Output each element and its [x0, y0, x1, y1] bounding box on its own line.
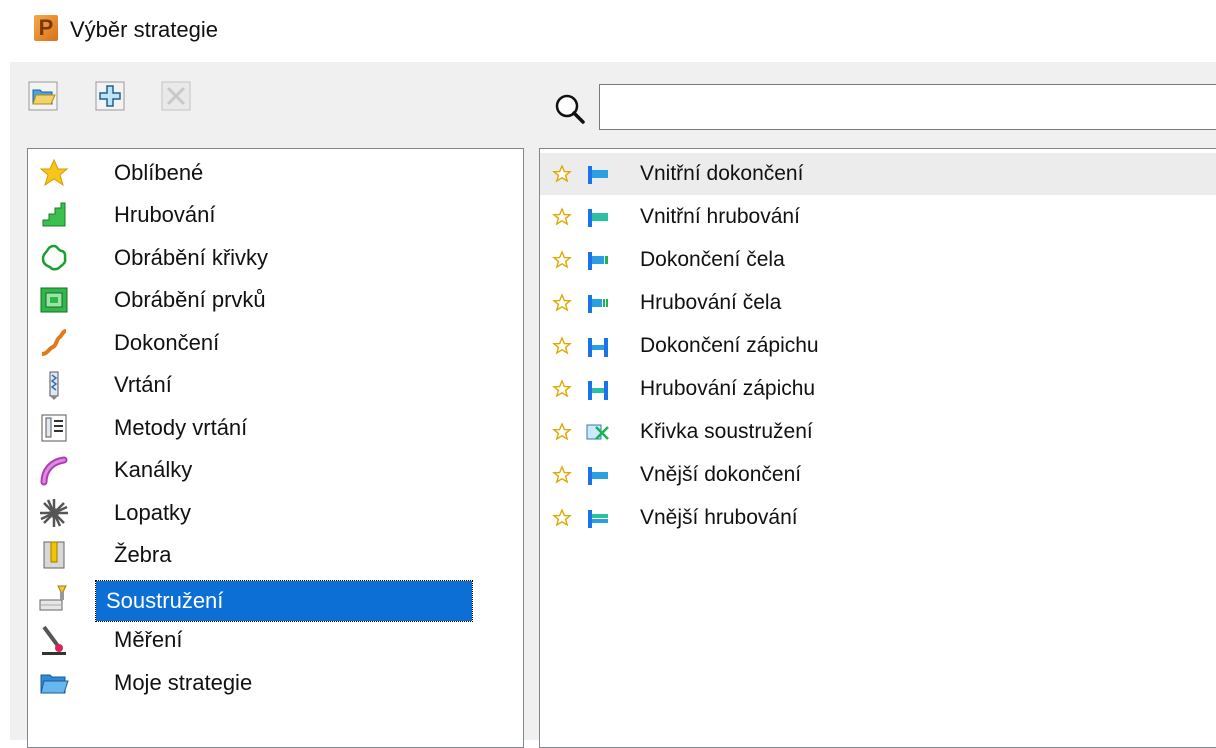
favorite-star-icon[interactable]: [552, 250, 572, 270]
strategy-item[interactable]: Dokončení čela: [540, 239, 1216, 281]
strategy-label: Hrubování zápichu: [640, 377, 816, 400]
drilling-icon: [38, 369, 70, 401]
category-item[interactable]: Soustružení: [28, 578, 523, 622]
probing-icon: [38, 624, 70, 656]
finishing-icon: [38, 327, 70, 359]
category-item[interactable]: Hrubování: [28, 195, 523, 235]
category-item[interactable]: Měření: [28, 620, 523, 660]
curve-machining-icon: [38, 242, 70, 274]
strategy-item[interactable]: Dokončení zápichu: [540, 325, 1216, 367]
favorite-star-icon[interactable]: [552, 422, 572, 442]
folder-open-icon: [28, 81, 58, 111]
feature-machining-icon: [38, 284, 70, 316]
star-icon: [38, 157, 70, 189]
face-finish-icon: [588, 252, 608, 270]
category-label: Oblíbené: [114, 160, 204, 185]
strategy-item[interactable]: Vnitřní hrubování: [540, 196, 1216, 238]
strategy-item[interactable]: Křivka soustružení: [540, 411, 1216, 453]
groove-rough-icon: [588, 381, 608, 400]
category-label: Lopatky: [114, 500, 192, 525]
category-item[interactable]: Žebra: [28, 535, 523, 575]
favorite-star-icon[interactable]: [552, 164, 572, 184]
strategy-item[interactable]: Hrubování zápichu: [540, 368, 1216, 410]
app-logo-icon: P: [34, 15, 58, 41]
strategy-label: Vnitřní hrubování: [640, 205, 800, 228]
category-label: Žebra: [114, 542, 172, 567]
category-label: Soustružení: [95, 580, 473, 622]
strategy-item[interactable]: Vnější hrubování: [540, 497, 1216, 539]
blade-icon: [38, 497, 70, 529]
bore-rough-icon: [588, 209, 608, 227]
category-label: Obrábění křivky: [114, 245, 269, 270]
category-label: Měření: [114, 627, 183, 652]
category-label: Metody vrtání: [114, 415, 248, 440]
strategy-label: Dokončení zápichu: [640, 334, 819, 357]
strategy-item[interactable]: Hrubování čela: [540, 282, 1216, 324]
delete-x-icon: [161, 81, 191, 111]
category-label: Moje strategie: [114, 670, 253, 695]
category-item[interactable]: Dokončení: [28, 323, 523, 363]
category-list[interactable]: Oblíbené Hrubování Obrábění křivky Obrábění…: [27, 148, 524, 748]
drilling-methods-icon: [38, 412, 70, 444]
search-icon: [555, 94, 585, 124]
folder-icon: [38, 667, 70, 699]
favorite-star-icon[interactable]: [552, 508, 572, 528]
category-item[interactable]: Kanálky: [28, 450, 523, 490]
category-item[interactable]: Oblíbené: [28, 153, 523, 193]
add-button[interactable]: [94, 80, 126, 112]
strategy-label: Křivka soustružení: [640, 420, 813, 443]
strategy-label: Vnější dokončení: [640, 463, 802, 486]
delete-button[interactable]: [160, 80, 192, 112]
category-item[interactable]: Lopatky: [28, 493, 523, 533]
strategy-label: Vnitřní dokončení: [640, 162, 804, 185]
category-label: Vrtání: [114, 372, 172, 397]
category-item[interactable]: Vrtání: [28, 365, 523, 405]
category-label: Dokončení: [114, 330, 220, 355]
category-item[interactable]: Obrábění prvků: [28, 280, 523, 320]
open-folder-button[interactable]: [27, 80, 59, 112]
groove-finish-icon: [588, 338, 608, 357]
title-bar: P Výběr strategie: [0, 0, 1216, 62]
outer-rough-icon: [588, 510, 608, 528]
favorite-star-icon[interactable]: [552, 336, 572, 356]
strategy-item[interactable]: Vnější dokončení: [540, 454, 1216, 496]
outer-finish-icon: [588, 467, 608, 485]
search-input[interactable]: [599, 84, 1216, 130]
turning-icon: [38, 582, 70, 614]
category-item[interactable]: Metody vrtání: [28, 408, 523, 448]
category-label: Hrubování: [114, 202, 216, 227]
strategy-label: Hrubování čela: [640, 291, 782, 314]
turn-curve-icon: [586, 424, 609, 440]
favorite-star-icon[interactable]: [552, 207, 572, 227]
category-item[interactable]: Moje strategie: [28, 663, 523, 703]
favorite-star-icon[interactable]: [552, 379, 572, 399]
category-label: Kanálky: [114, 457, 193, 482]
face-rough-icon: [588, 295, 608, 313]
category-item[interactable]: Obrábění křivky: [28, 238, 523, 278]
strategy-label: Vnější hrubování: [640, 506, 798, 529]
favorite-star-icon[interactable]: [552, 293, 572, 313]
rib-icon: [38, 539, 70, 571]
roughing-icon: [38, 199, 70, 231]
strategy-item[interactable]: Vnitřní dokončení: [540, 153, 1216, 195]
favorite-star-icon[interactable]: [552, 465, 572, 485]
port-icon: [38, 454, 70, 486]
strategy-list[interactable]: Vnitřní dokončení Vnitřní hrubování Dokonč…: [539, 148, 1216, 748]
window-title: Výběr strategie: [70, 17, 218, 42]
add-plus-icon: [95, 81, 125, 111]
bore-finish-icon: [588, 166, 608, 184]
strategy-label: Dokončení čela: [640, 248, 785, 271]
category-label: Obrábění prvků: [114, 287, 266, 312]
